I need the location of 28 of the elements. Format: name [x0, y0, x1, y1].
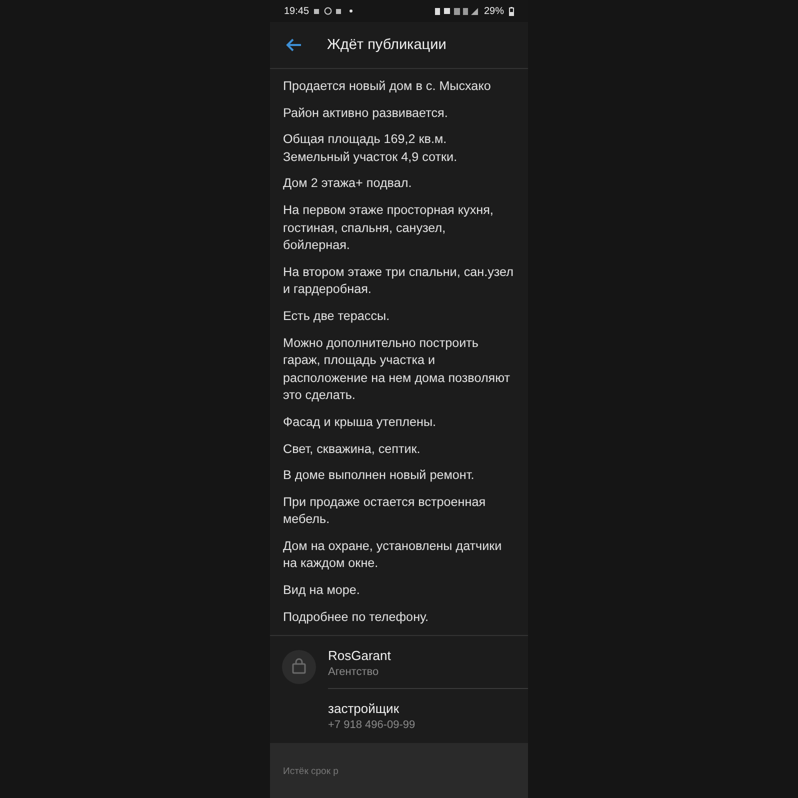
expiry-note: Истёк срок р: [283, 766, 338, 778]
description-paragraph: Дом 2 этажа+ подвал.: [283, 175, 413, 192]
description-paragraph: На втором этаже три спальни, сан.узел и гардеробная.: [283, 264, 514, 298]
contact-name: RosGarant: [328, 648, 392, 664]
phone-number[interactable]: +7 918 496-09-99: [328, 719, 528, 732]
notification-icons: [314, 7, 354, 15]
description-paragraph: Фасад и крыша утеплены.: [283, 414, 438, 431]
battery-level: 29%: [484, 6, 504, 16]
description-paragraph: Вид на море.: [283, 582, 361, 600]
bag-icon: [282, 650, 316, 684]
description-paragraph: Подробнее по телефону.: [283, 608, 430, 626]
contact-name: застройщик: [328, 701, 400, 716]
description-paragraph: В доме выполнен новый ремонт.: [283, 467, 476, 484]
description-paragraph: Дом на охране, установлены датчики на каждом окне.: [283, 538, 503, 572]
back-arrow-icon: [286, 38, 302, 52]
system-icons: [434, 7, 479, 15]
description-paragraph: Район активно развивается.: [283, 104, 449, 122]
description-paragraph: Продается новый дом в с. Мысхако: [283, 78, 492, 95]
description-paragraph: На первом этаже просторная кухня, гостиная, спальня, санузел, бойлерная.: [283, 202, 494, 254]
screen-title: Ждёт публикации: [327, 37, 446, 53]
description-paragraph: Есть две терассы.: [283, 308, 391, 325]
contact-type: Агентство: [328, 666, 380, 678]
status-time: 19:45: [284, 6, 310, 16]
description-paragraph: При продаже остается встроенная мебель.: [283, 494, 487, 528]
battery-icon: [509, 6, 514, 16]
description-paragraph: Можно дополнительно построить гараж, площадь участка и расположение на нем дома позволяют это сделать.: [283, 334, 512, 404]
description-paragraph: Свет, скважина, септик.: [283, 440, 422, 458]
description-paragraph: Общая площадь 169,2 кв.м. Земельный участок 4,9 сотки.: [283, 131, 458, 166]
